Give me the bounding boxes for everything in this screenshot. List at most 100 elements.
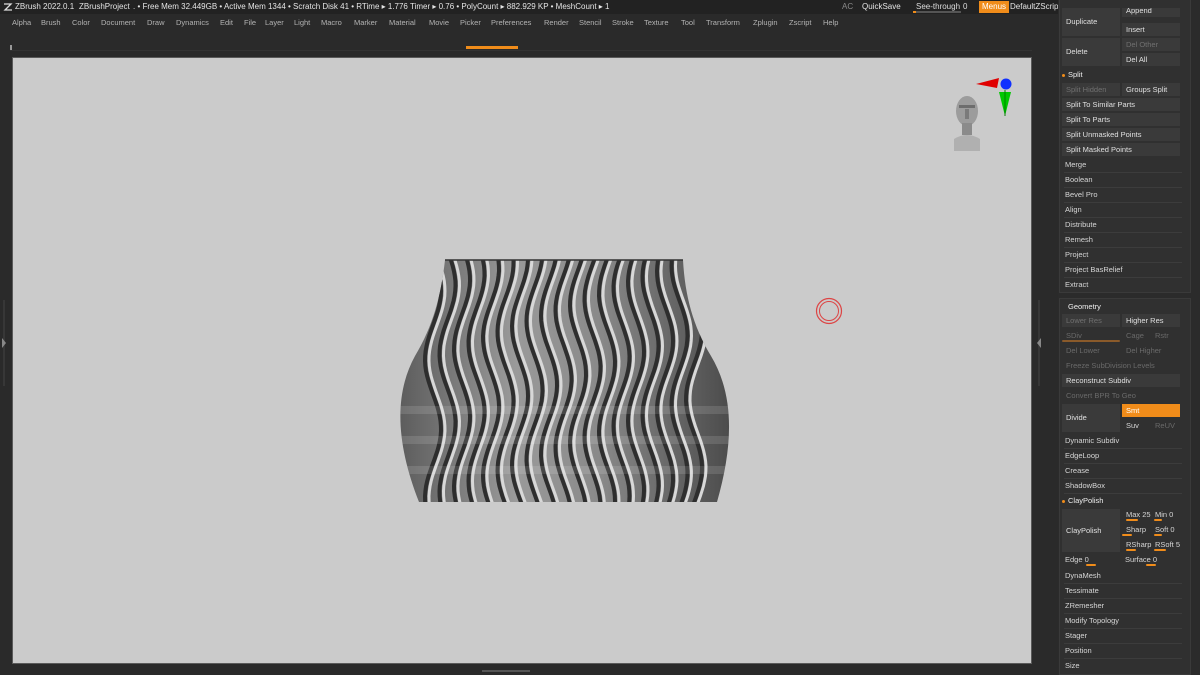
boolean-subpalette[interactable]: Boolean — [1061, 173, 1181, 186]
project-subpalette[interactable]: Project — [1061, 248, 1181, 261]
del-higher-button[interactable]: Del Higher — [1122, 344, 1180, 357]
menu-picker[interactable]: Picker — [460, 18, 481, 27]
distribute-subpalette[interactable]: Distribute — [1061, 218, 1181, 231]
zremesher-subpalette[interactable]: ZRemesher — [1061, 599, 1181, 612]
menu-help[interactable]: Help — [823, 18, 838, 27]
bottom-tray-handle[interactable] — [482, 669, 530, 673]
menu-layer[interactable]: Layer — [265, 18, 284, 27]
rstr-button[interactable]: Rstr — [1151, 329, 1180, 342]
ac-toggle[interactable]: AC — [842, 0, 853, 14]
menu-file[interactable]: File — [244, 18, 256, 27]
dynamic-subdiv-subpalette[interactable]: Dynamic Subdiv — [1061, 434, 1181, 447]
default-zscript-button[interactable]: DefaultZScript — [1010, 0, 1061, 14]
size-subpalette[interactable]: Size — [1061, 659, 1181, 672]
bevel-pro-subpalette[interactable]: Bevel Pro — [1061, 188, 1181, 201]
duplicate-button[interactable]: Duplicate — [1062, 8, 1120, 36]
split-to-parts-button[interactable]: Split To Parts — [1062, 113, 1180, 126]
extract-subpalette[interactable]: Extract — [1061, 278, 1181, 291]
vase-model — [400, 259, 730, 502]
geometry-header[interactable]: Geometry — [1064, 300, 1144, 313]
split-header[interactable]: Split — [1058, 68, 1138, 81]
menu-macro[interactable]: Macro — [321, 18, 342, 27]
menu-light[interactable]: Light — [294, 18, 310, 27]
see-through-fill — [913, 11, 916, 13]
convert-bpr-button[interactable]: Convert BPR To Geo — [1062, 389, 1180, 402]
menu-color[interactable]: Color — [72, 18, 90, 27]
crease-subpalette[interactable]: Crease — [1061, 464, 1181, 477]
claypolish-button[interactable]: ClayPolish — [1062, 509, 1120, 552]
menu-stencil[interactable]: Stencil — [579, 18, 602, 27]
divide-button[interactable]: Divide — [1062, 404, 1120, 432]
suv-toggle[interactable]: Suv — [1122, 419, 1150, 432]
merge-subpalette[interactable]: Merge — [1061, 158, 1181, 171]
right-tray-handle[interactable] — [1036, 298, 1042, 388]
claypolish-header[interactable]: ClayPolish — [1058, 494, 1178, 507]
split-similar-parts-button[interactable]: Split To Similar Parts — [1062, 98, 1180, 111]
menu-brush[interactable]: Brush — [41, 18, 61, 27]
left-tray-handle[interactable] — [1, 298, 7, 388]
menu-alpha[interactable]: Alpha — [12, 18, 31, 27]
menu-material[interactable]: Material — [389, 18, 416, 27]
shadowbox-subpalette[interactable]: ShadowBox — [1061, 479, 1181, 492]
menu-zscript[interactable]: Zscript — [789, 18, 812, 27]
menu-transform[interactable]: Transform — [706, 18, 740, 27]
split-dot-icon — [1062, 73, 1065, 77]
sdiv-slider-track — [1062, 340, 1120, 342]
menu-marker[interactable]: Marker — [354, 18, 377, 27]
del-lower-button[interactable]: Del Lower — [1062, 344, 1120, 357]
cage-button[interactable]: Cage — [1122, 329, 1150, 342]
menu-texture[interactable]: Texture — [644, 18, 669, 27]
menu-bar: Alpha Brush Color Document Draw Dynamics… — [0, 14, 1058, 32]
axis-gizmo-icon[interactable] — [973, 76, 1017, 120]
reconstruct-subdiv-button[interactable]: Reconstruct Subdiv — [1062, 374, 1180, 387]
split-header-label: Split — [1068, 70, 1083, 79]
shelf-divider — [10, 50, 1032, 51]
split-masked-button[interactable]: Split Masked Points — [1062, 143, 1180, 156]
del-all-button[interactable]: Del All — [1122, 53, 1180, 66]
menu-document[interactable]: Document — [101, 18, 135, 27]
edgeloop-subpalette[interactable]: EdgeLoop — [1061, 449, 1181, 462]
memory-stats: . • Free Mem 32.449GB • Active Mem 1344 … — [133, 2, 610, 11]
active-tab-indicator — [466, 46, 518, 49]
see-through-track[interactable] — [913, 11, 961, 13]
project-basrelief-subpalette[interactable]: Project BasRelief — [1061, 263, 1181, 276]
freeze-subdivision-button[interactable]: Freeze SubDivision Levels — [1062, 359, 1180, 372]
edge-slider-fill — [1086, 564, 1096, 566]
position-subpalette[interactable]: Position — [1061, 644, 1181, 657]
vase-highlight-band — [400, 406, 730, 414]
reuv-button[interactable]: ReUV — [1151, 419, 1180, 432]
menu-zplugin[interactable]: Zplugin — [753, 18, 778, 27]
menu-dynamics[interactable]: Dynamics — [176, 18, 209, 27]
remesh-subpalette[interactable]: Remesh — [1061, 233, 1181, 246]
see-through-slider[interactable]: See-through 0 — [913, 0, 975, 14]
split-unmasked-button[interactable]: Split Unmasked Points — [1062, 128, 1180, 141]
menu-render[interactable]: Render — [544, 18, 569, 27]
menu-edit[interactable]: Edit — [220, 18, 233, 27]
split-hidden-button[interactable]: Split Hidden — [1062, 83, 1120, 96]
smt-toggle[interactable]: Smt — [1122, 404, 1180, 417]
see-through-value: 0 — [963, 2, 968, 11]
canvas-viewport[interactable] — [12, 57, 1032, 664]
menu-stroke[interactable]: Stroke — [612, 18, 634, 27]
insert-button[interactable]: Insert — [1122, 23, 1180, 36]
menu-draw[interactable]: Draw — [147, 18, 165, 27]
app-title: ZBrush 2022.0.1 — [15, 2, 75, 11]
modify-topology-subpalette[interactable]: Modify Topology — [1061, 614, 1181, 627]
groups-split-button[interactable]: Groups Split — [1122, 83, 1180, 96]
tessimate-subpalette[interactable]: Tessimate — [1061, 584, 1181, 597]
rsharp-slider-fill — [1126, 549, 1136, 551]
menu-preferences[interactable]: Preferences — [491, 18, 531, 27]
stager-subpalette[interactable]: Stager — [1061, 629, 1181, 642]
delete-button[interactable]: Delete — [1062, 38, 1120, 66]
dynamesh-subpalette[interactable]: DynaMesh — [1061, 569, 1181, 582]
quicksave-button[interactable]: QuickSave — [862, 0, 901, 14]
lower-res-button[interactable]: Lower Res — [1062, 314, 1120, 327]
append-button[interactable]: Append — [1122, 8, 1180, 17]
menu-tool[interactable]: Tool — [681, 18, 695, 27]
menus-button[interactable]: Menus — [979, 1, 1010, 13]
menu-movie[interactable]: Movie — [429, 18, 449, 27]
higher-res-button[interactable]: Higher Res — [1122, 314, 1180, 327]
brush-cursor-icon — [815, 297, 843, 325]
del-other-button[interactable]: Del Other — [1122, 38, 1180, 51]
align-subpalette[interactable]: Align — [1061, 203, 1181, 216]
